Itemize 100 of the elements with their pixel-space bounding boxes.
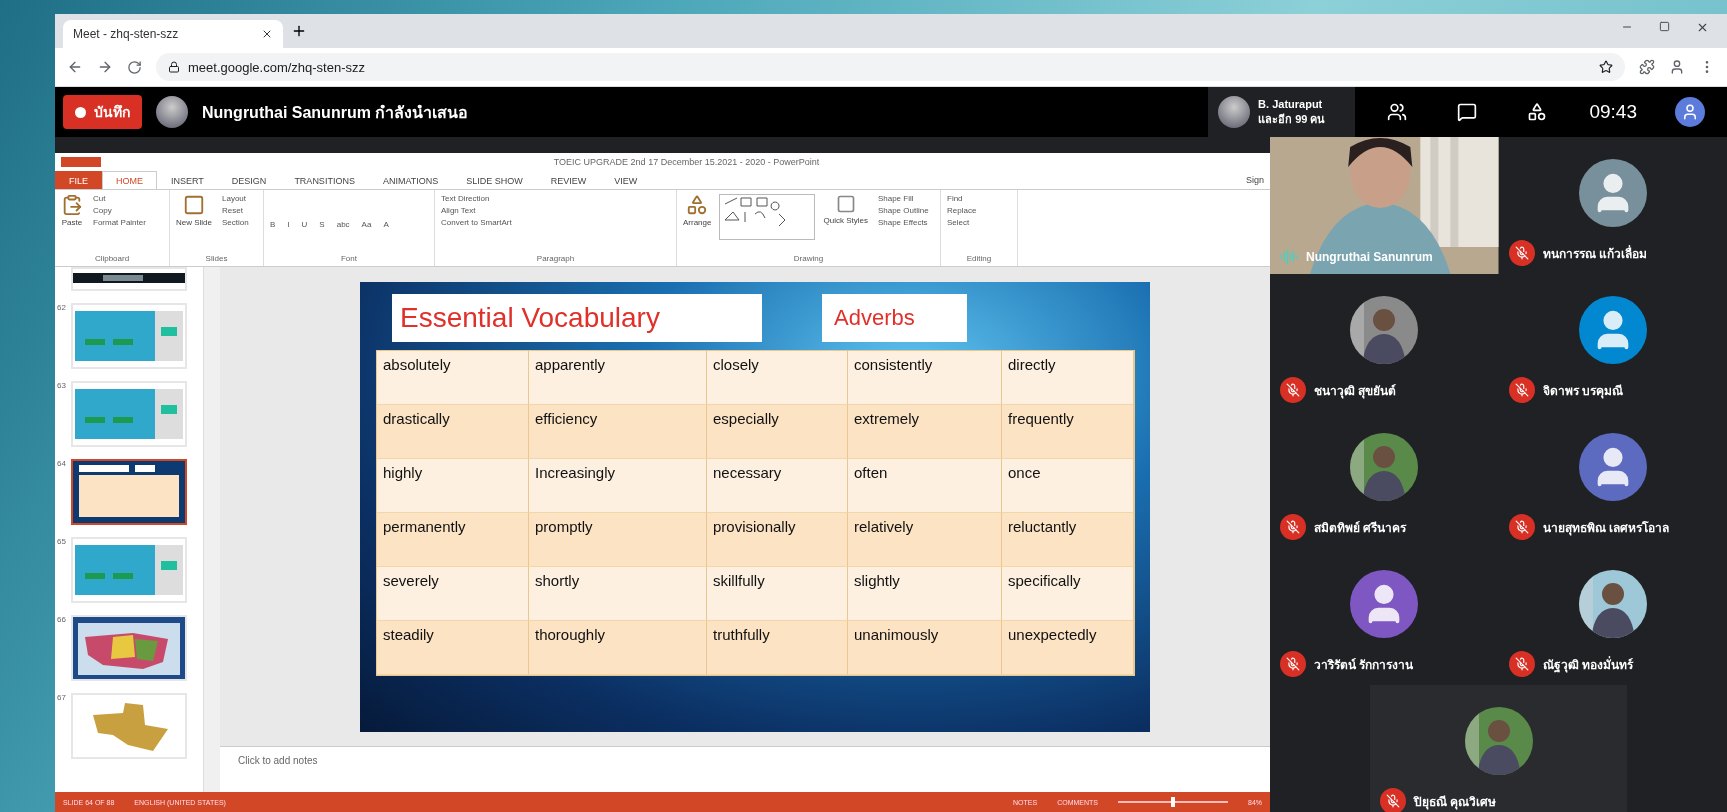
reload-icon[interactable] [127, 59, 142, 75]
ribbon-command[interactable]: Convert to SmartArt [439, 218, 514, 227]
ribbon-command[interactable]: Reset [220, 206, 251, 215]
table-cell: unexpectedly [1002, 620, 1134, 675]
ribbon-command[interactable]: S [317, 220, 327, 229]
ribbon-command[interactable]: Text Direction [439, 194, 514, 203]
group-label: Editing [965, 254, 993, 265]
ribbon-command[interactable]: Shape Outline [875, 206, 931, 215]
scrollbar[interactable] [203, 267, 220, 792]
record-button[interactable]: บันทึก [63, 95, 142, 129]
table-cell: apparently [529, 350, 707, 405]
ribbon-command[interactable]: Copy [91, 206, 148, 215]
participant-name: ปิยุธณี คุณวิเศษ [1414, 793, 1497, 811]
presenting-text: Nungruthai Sanunrum กำลังนำเสนอ [202, 102, 469, 123]
sign-in-link[interactable]: Sign [1246, 175, 1270, 185]
window-title: TOEIC UPGRADE 2nd 17 December 15.2021 - 2020 - PowerPoint [552, 157, 821, 167]
arrange-icon[interactable] [686, 194, 709, 216]
lock-icon [168, 61, 180, 73]
ribbon-command[interactable]: Align Text [439, 206, 514, 215]
ribbon-tab[interactable]: FILE [55, 171, 102, 189]
ribbon-tab[interactable]: REVIEW [536, 171, 601, 189]
ribbon-tab[interactable]: HOME [102, 171, 157, 189]
paste-icon[interactable] [61, 194, 83, 216]
bookmark-star-icon[interactable] [1599, 60, 1613, 74]
participant-name: Nungruthai Sanunrum [1306, 250, 1433, 264]
presenter-avatar [156, 96, 188, 128]
table-cell: reluctantly [1002, 512, 1134, 567]
ribbon-command[interactable]: New Slide [174, 194, 214, 227]
browser-tab[interactable]: Meet - zhq-sten-szz [63, 20, 283, 48]
close-icon[interactable] [261, 28, 273, 40]
participant-name: นายสุทธพิณ เลศหรโอาล [1542, 519, 1669, 537]
ribbon-command[interactable]: Replace [945, 206, 979, 215]
ribbon-tab[interactable]: DESIGN [217, 171, 281, 189]
ribbon-command[interactable]: Shape Effects [875, 218, 931, 227]
group-label: Paragraph [535, 254, 576, 265]
ribbon-command[interactable]: Paste [59, 194, 85, 227]
profile-icon[interactable] [1669, 59, 1685, 75]
table-cell: steadily [377, 620, 529, 675]
ribbon-command[interactable]: Select [945, 218, 979, 227]
table-cell: promptly [529, 512, 707, 567]
ribbon-command[interactable]: Format Painter [91, 218, 148, 227]
forward-icon[interactable] [97, 59, 113, 75]
group-label: Slides [204, 254, 229, 265]
notes-placeholder[interactable]: Click to add notes [238, 755, 318, 766]
ribbon-tab[interactable]: TRANSITIONS [280, 171, 369, 189]
table-cell: closely [707, 350, 848, 405]
ribbon-command[interactable]: I [285, 220, 292, 229]
account-avatar[interactable] [1675, 97, 1705, 127]
table-cell: often [848, 458, 1002, 513]
ribbon-command[interactable]: Layout [220, 194, 251, 203]
ribbon-command[interactable]: Aa [359, 220, 374, 229]
participant-name: ทนการรณ แก้วเลื่อม [1542, 244, 1647, 263]
slide-thumbnail[interactable] [71, 459, 187, 525]
ribbon-command[interactable]: Quick Styles [821, 194, 870, 225]
slide-number: 66 [57, 615, 67, 624]
slide-icon[interactable] [183, 194, 205, 216]
ribbon-command[interactable]: Section [220, 218, 251, 227]
maximize-icon[interactable] [1659, 20, 1670, 32]
table-cell: relatively [848, 512, 1002, 567]
zoom-slider-thumb[interactable] [1171, 797, 1175, 807]
back-icon[interactable] [67, 59, 83, 75]
slide-title: Essential Vocabulary [392, 293, 762, 342]
ribbon-tab[interactable]: VIEW [600, 171, 652, 189]
ribbon-command[interactable]: A [381, 220, 391, 229]
table-cell: directly [1002, 350, 1134, 405]
quick-styles-icon[interactable] [835, 194, 856, 214]
ribbon-command[interactable]: U [299, 220, 310, 229]
ribbon-tab[interactable]: ANIMATIONS [368, 171, 453, 189]
slide-number: 64 [57, 459, 67, 468]
table-cell: absolutely [377, 350, 529, 405]
table-cell: unanimously [848, 620, 1002, 675]
table-cell: frequently [1002, 404, 1134, 459]
group-label: Clipboard [93, 254, 131, 265]
ribbon-command[interactable]: Shape Fill [875, 194, 931, 203]
ribbon-tab[interactable]: INSERT [157, 171, 218, 189]
viewer-chip[interactable]: B. Jaturaput และอีก 99 คน [1208, 87, 1356, 137]
ribbon-tab[interactable]: SLIDE SHOW [452, 171, 537, 189]
slide-number: 67 [57, 693, 67, 702]
shapes-icon[interactable] [1527, 102, 1548, 122]
table-cell: provisionally [707, 512, 848, 567]
ribbon-command[interactable]: Cut [91, 194, 148, 203]
table-cell: specifically [1002, 566, 1134, 621]
table-cell: drastically [377, 404, 529, 459]
slide-number: 65 [57, 537, 67, 546]
ribbon-command[interactable]: Arrange [681, 194, 714, 227]
participant-name: สมิตทิพย์ ศรีนาคร [1314, 519, 1407, 537]
participant-name: วาริรัตน์ รักการงาน [1314, 656, 1414, 674]
slide-number: 63 [57, 381, 67, 390]
people-icon[interactable] [1387, 102, 1408, 122]
ribbon-command[interactable]: Find [945, 194, 979, 203]
address-bar[interactable]: meet.google.com/zhq-sten-szz [156, 53, 1625, 81]
table-cell: permanently [377, 512, 529, 567]
ribbon-command[interactable]: B [268, 220, 278, 229]
new-tab-icon[interactable] [291, 23, 307, 39]
table-cell: thoroughly [529, 620, 707, 675]
chat-icon[interactable] [1457, 102, 1478, 122]
group-label: Drawing [792, 254, 825, 265]
extensions-icon[interactable] [1639, 59, 1655, 75]
ribbon-command[interactable]: abc [334, 220, 352, 229]
table-cell: truthfully [707, 620, 848, 675]
